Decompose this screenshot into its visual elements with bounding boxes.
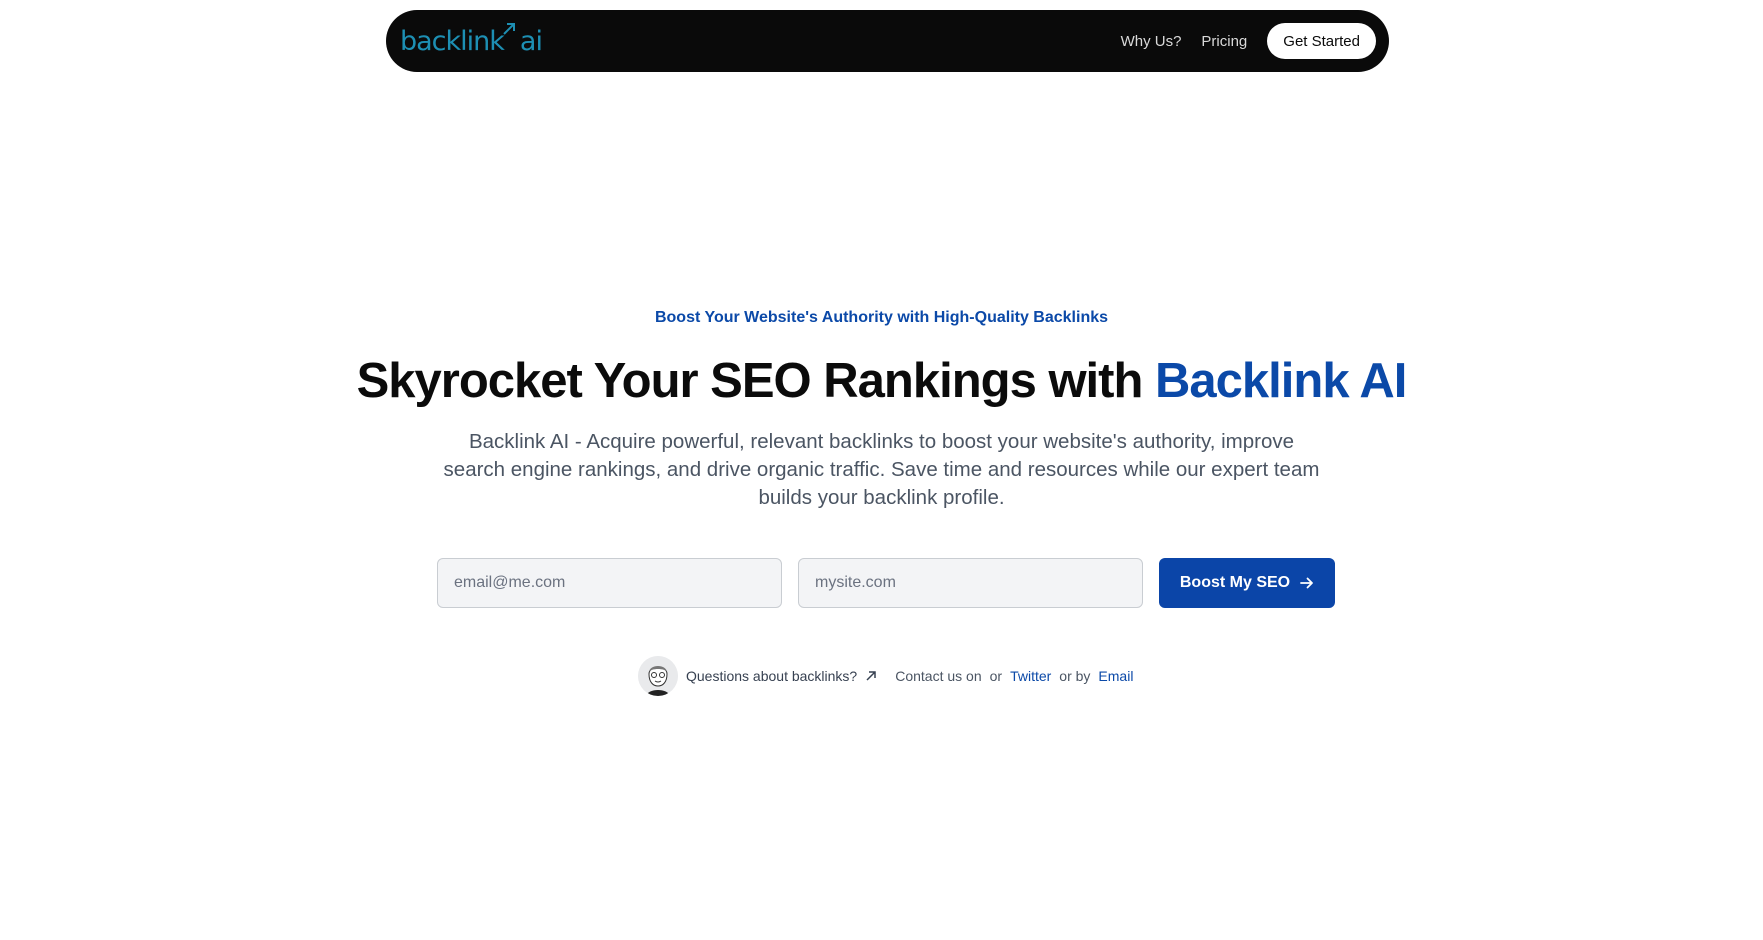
logo-arrow-icon [502, 14, 516, 41]
boost-my-seo-button[interactable]: Boost My SEO [1159, 558, 1335, 608]
external-link-icon[interactable] [865, 670, 877, 682]
arrow-right-icon [1300, 577, 1314, 589]
nav-link-why-us[interactable]: Why Us? [1121, 33, 1182, 50]
hero-headline: Skyrocket Your SEO Rankings with Backlin… [0, 353, 1763, 409]
backlink-ai-logo[interactable]: backlink ai [400, 22, 543, 57]
get-started-button[interactable]: Get Started [1267, 23, 1376, 59]
signup-form: Boost My SEO [437, 558, 1335, 608]
nav-link-pricing[interactable]: Pricing [1201, 33, 1247, 50]
contact-or: or [989, 668, 1003, 684]
contact-or-by: or by [1059, 668, 1091, 684]
nav-links: Why Us? Pricing Get Started [1121, 23, 1376, 59]
headline-accent: Backlink AI [1155, 354, 1407, 408]
email-link[interactable]: Email [1098, 668, 1133, 684]
website-field[interactable] [798, 558, 1143, 608]
hero-eyebrow: Boost Your Website's Authority with High… [654, 309, 1109, 326]
hero-subtitle: Backlink AI - Acquire powerful, relevant… [443, 430, 1320, 509]
email-field[interactable] [437, 558, 782, 608]
logo-suffix: ai [519, 25, 543, 57]
boost-button-label: Boost My SEO [1179, 574, 1291, 591]
headline-main: Skyrocket Your SEO Rankings with [356, 354, 1156, 408]
avatar [638, 656, 678, 696]
logo-text: backlink [400, 25, 505, 57]
contact-prefix: Contact us on [895, 668, 982, 684]
questions-text: Questions about backlinks? [686, 668, 858, 684]
contact-row: Questions about backlinks? Contact us on… [638, 656, 1133, 696]
twitter-link[interactable]: Twitter [1010, 668, 1051, 684]
top-navbar: backlink ai Why Us? Pricing Get Started [386, 10, 1389, 72]
